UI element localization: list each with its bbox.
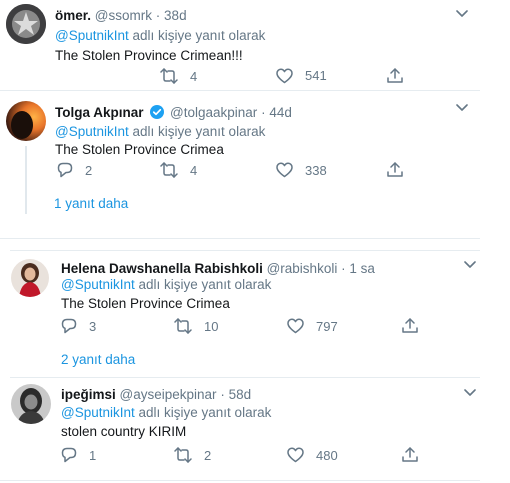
like-count: 338: [305, 162, 327, 178]
replying-to: @SputnikInt adlı kişiye yanıt olarak: [55, 28, 265, 43]
retweet-count: 4: [190, 162, 198, 178]
tweet-time[interactable]: 38d: [164, 8, 187, 23]
share-icon: [387, 162, 403, 177]
reply-button[interactable]: 3: [61, 318, 96, 334]
caret-down-icon[interactable]: [464, 389, 476, 397]
like-icon: [287, 318, 304, 334]
reply-icon: [61, 318, 77, 334]
replying-to: @SputnikInt adlı kişiye yanıt olarak: [55, 124, 265, 139]
avatar[interactable]: [11, 384, 51, 424]
retweet-button[interactable]: 2: [174, 447, 211, 463]
show-more-replies-link[interactable]: 1 yanıt daha: [54, 196, 128, 211]
reply-icon: [61, 447, 77, 463]
like-button[interactable]: 480: [287, 447, 338, 463]
tweet-time[interactable]: 58d: [229, 387, 252, 402]
share-button[interactable]: [387, 162, 415, 178]
tweet-time[interactable]: 44d: [269, 105, 292, 120]
mention-link[interactable]: @SputnikInt: [55, 124, 129, 139]
replying-to: @SputnikInt adlı kişiye yanıt olarak: [61, 405, 271, 420]
replying-to: @SputnikInt adlı kişiye yanıt olarak: [61, 277, 271, 292]
retweet-count: 4: [190, 68, 198, 84]
tweet-text: stolen country KIRIM: [61, 424, 187, 439]
divider: [0, 238, 480, 239]
like-icon: [276, 68, 293, 84]
like-count: 797: [316, 318, 338, 334]
like-button[interactable]: 797: [287, 318, 338, 334]
share-button[interactable]: [402, 318, 430, 334]
author-name[interactable]: ipeğimsi: [61, 387, 116, 402]
retweet-button[interactable]: 4: [160, 162, 197, 178]
mention-link[interactable]: @SputnikInt: [61, 277, 135, 292]
retweet-icon: [174, 447, 192, 463]
replying-label: adlı kişiye yanıt olarak: [132, 28, 266, 43]
share-icon: [402, 318, 418, 333]
retweet-icon: [160, 162, 178, 178]
author-handle[interactable]: @ssomrk: [95, 8, 152, 23]
show-more-replies-link[interactable]: 2 yanıt daha: [61, 352, 135, 367]
verified-badge-icon: [150, 105, 165, 119]
retweet-icon: [160, 68, 178, 84]
caret-down-icon[interactable]: [464, 261, 476, 269]
mention-link[interactable]: @SputnikInt: [55, 28, 129, 43]
author-handle[interactable]: @tolgaakpinar: [170, 105, 257, 120]
share-icon: [402, 447, 418, 462]
avatar[interactable]: [6, 4, 46, 44]
author-name[interactable]: ömer.: [55, 8, 91, 23]
retweet-icon: [174, 318, 192, 334]
retweet-button[interactable]: 10: [174, 318, 218, 334]
reply-count: 2: [85, 162, 93, 178]
tweet-text: The Stolen Province Crimean!!!: [55, 48, 243, 63]
avatar[interactable]: [11, 259, 49, 297]
thread-line: [25, 146, 27, 214]
like-icon: [276, 162, 293, 178]
like-button[interactable]: 338: [276, 162, 327, 178]
tweet-text: The Stolen Province Crimea: [55, 142, 224, 157]
tweet-time[interactable]: 1 sa: [349, 261, 375, 276]
author-handle[interactable]: @ayseipekpinar: [120, 387, 217, 402]
like-count: 541: [305, 70, 327, 82]
separator-dot: ·: [261, 105, 266, 120]
reply-count: 1: [89, 447, 97, 463]
caret-down-icon[interactable]: [456, 10, 468, 18]
reply-button[interactable]: 2: [57, 162, 92, 178]
reply-icon: [57, 162, 73, 178]
author-name[interactable]: Tolga Akpınar: [55, 105, 144, 120]
separator-dot: ·: [341, 261, 346, 276]
divider: [0, 90, 480, 91]
divider: [10, 250, 480, 251]
reply-count: 3: [89, 318, 97, 334]
caret-down-icon[interactable]: [456, 104, 468, 112]
separator-dot: ·: [220, 387, 225, 402]
replying-label: adlı kişiye yanıt olarak: [138, 405, 272, 420]
divider: [0, 480, 480, 481]
retweet-count: 10: [204, 318, 219, 334]
divider: [10, 377, 480, 378]
replying-label: adlı kişiye yanıt olarak: [132, 124, 266, 139]
replying-label: adlı kişiye yanıt olarak: [138, 277, 272, 292]
separator-dot: ·: [155, 8, 161, 23]
retweet-count: 2: [204, 447, 212, 463]
like-count: 480: [316, 447, 338, 463]
like-button[interactable]: 541: [276, 68, 327, 84]
share-icon: [387, 68, 403, 83]
share-button[interactable]: [402, 447, 430, 463]
author-name[interactable]: Helena Dawshanella Rabishkoli: [61, 261, 263, 276]
like-icon: [287, 447, 304, 463]
tweet-text: The Stolen Province Crimea: [61, 296, 230, 311]
mention-link[interactable]: @SputnikInt: [61, 405, 135, 420]
share-button[interactable]: [387, 68, 415, 84]
avatar[interactable]: [6, 101, 46, 141]
retweet-button[interactable]: 4: [160, 68, 197, 84]
reply-button[interactable]: 1: [61, 447, 96, 463]
author-handle[interactable]: @rabishkoli: [267, 261, 338, 276]
